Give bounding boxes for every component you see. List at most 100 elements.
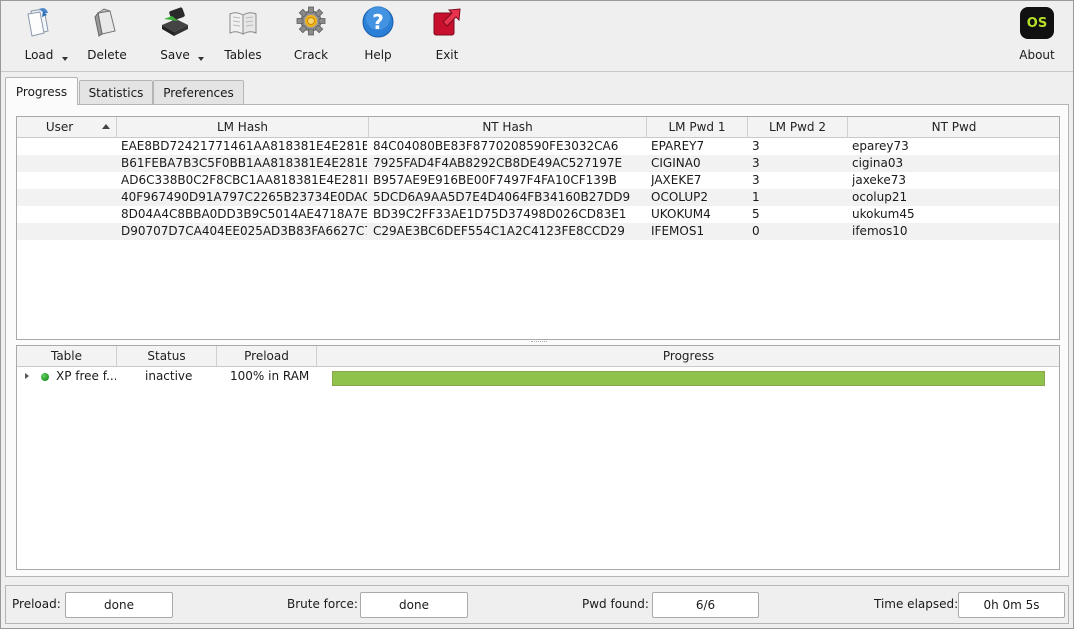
about-button[interactable]: OS About — [1017, 5, 1057, 67]
column-header-table[interactable]: Table — [17, 346, 117, 366]
cell-nt-hash: BD39C2FF33AE1D75D37498D026CD83E1 — [373, 207, 627, 221]
cell-lm-hash: 40F967490D91A797C2265B23734E0DAC — [121, 190, 367, 204]
load-icon — [27, 8, 49, 37]
cell-lm-hash: D90707D7CA404EE025AD3B83FA6627C7 — [121, 224, 367, 238]
cell-lm-pwd-1: CIGINA0 — [651, 156, 701, 170]
table-preload: 100% in RAM — [230, 369, 310, 383]
help-icon: ? — [362, 6, 394, 38]
column-header-nt-pwd[interactable]: NT Pwd — [848, 117, 1060, 137]
cell-nt-pwd: eparey73 — [852, 139, 909, 153]
tables-label: Tables — [224, 48, 262, 62]
table-row[interactable]: EAE8BD72421771461AA818381E4E281B 84C04080… — [17, 138, 1059, 155]
hash-table[interactable]: User LM Hash NT Hash LM Pwd 1 LM Pwd 2 N… — [16, 116, 1060, 340]
ophcrack-logo-icon: OS — [1020, 7, 1054, 39]
column-header-lm-pwd-2[interactable]: LM Pwd 2 — [748, 117, 848, 137]
save-icon — [162, 7, 188, 36]
hash-table-header: User LM Hash NT Hash LM Pwd 1 LM Pwd 2 N… — [17, 117, 1059, 138]
splitter-handle[interactable] — [531, 339, 547, 342]
cell-lm-pwd-1: EPAREY7 — [651, 139, 705, 153]
toolbar: Load Delete Save Tables Crack ? Help Exi… — [1, 1, 1073, 71]
table-row[interactable]: D90707D7CA404EE025AD3B83FA6627C7 C29AE3BC… — [17, 223, 1059, 240]
cell-nt-hash: 84C04080BE83F8770208590FE3032CA6 — [373, 139, 619, 153]
preload-status-field: done — [65, 592, 173, 618]
cell-lm-pwd-2: 3 — [752, 156, 760, 170]
time-elapsed-field: 0h 0m 5s — [958, 592, 1065, 618]
delete-button[interactable]: Delete — [87, 5, 127, 67]
cell-nt-pwd: cigina03 — [852, 156, 904, 170]
cell-lm-pwd-2: 3 — [752, 139, 760, 153]
tables-button[interactable]: Tables — [223, 5, 263, 67]
cell-lm-pwd-2: 3 — [752, 173, 760, 187]
save-label: Save — [160, 48, 190, 62]
column-header-preload[interactable]: Preload — [217, 346, 317, 366]
help-label: Help — [364, 48, 392, 62]
column-header-lm-hash[interactable]: LM Hash — [117, 117, 369, 137]
cell-lm-hash: AD6C338B0C2F8CBC1AA818381E4E281B — [121, 173, 367, 187]
exit-icon — [433, 8, 461, 36]
cell-lm-hash: 8D04A4C8BBA0DD3B9C5014AE4718A7EE — [121, 207, 367, 221]
table-row[interactable]: AD6C338B0C2F8CBC1AA818381E4E281B B957AE9E… — [17, 172, 1059, 189]
table-row[interactable]: 8D04A4C8BBA0DD3B9C5014AE4718A7EE BD39C2FF… — [17, 206, 1059, 223]
load-dropdown-arrow[interactable] — [62, 57, 68, 61]
column-header-progress[interactable]: Progress — [317, 346, 1060, 366]
cell-lm-pwd-1: OCOLUP2 — [651, 190, 709, 204]
crack-button[interactable]: Crack — [293, 5, 329, 67]
cell-lm-pwd-2: 5 — [752, 207, 760, 221]
load-button[interactable]: Load — [21, 5, 57, 67]
table-progress-bar — [332, 371, 1045, 386]
preload-label: Preload: — [12, 597, 61, 611]
table-status: inactive — [145, 369, 193, 383]
delete-label: Delete — [87, 48, 127, 62]
table-row[interactable]: B61FEBA7B3C5F0BB1AA818381E4E281B 7925FAD4… — [17, 155, 1059, 172]
cell-user — [21, 206, 113, 223]
column-header-lm-pwd-1[interactable]: LM Pwd 1 — [647, 117, 748, 137]
tab-progress[interactable]: Progress — [5, 77, 78, 105]
cell-user — [21, 223, 113, 240]
cell-nt-pwd: ukokum45 — [852, 207, 915, 221]
cell-nt-pwd: jaxeke73 — [852, 173, 906, 187]
sort-ascending-icon — [102, 124, 110, 129]
expand-arrow-icon[interactable] — [25, 373, 29, 379]
pwd-found-field: 6/6 — [652, 592, 759, 618]
column-header-nt-hash[interactable]: NT Hash — [369, 117, 647, 137]
exit-button[interactable]: Exit — [430, 5, 464, 67]
toolbar-separator — [1, 71, 1073, 72]
gear-icon — [296, 6, 326, 36]
logo-text: OS — [1026, 15, 1048, 31]
save-dropdown-arrow[interactable] — [198, 57, 204, 61]
cell-nt-hash: B957AE9E916BE00F7497F4FA10CF139B — [373, 173, 617, 187]
pwd-found-label: Pwd found: — [582, 597, 649, 611]
cell-nt-pwd: ocolup21 — [852, 190, 908, 204]
cell-user — [21, 172, 113, 189]
exit-label: Exit — [435, 48, 459, 62]
table-row[interactable]: XP free f... inactive 100% in RAM — [17, 368, 1059, 386]
cell-lm-pwd-1: IFEMOS1 — [651, 224, 705, 238]
crack-label: Crack — [293, 48, 329, 62]
load-label: Load — [24, 48, 54, 62]
book-icon — [229, 12, 257, 35]
table-status-icon — [41, 373, 49, 381]
time-elapsed-label: Time elapsed: — [874, 597, 959, 611]
cell-lm-hash: EAE8BD72421771461AA818381E4E281B — [121, 139, 367, 153]
table-row[interactable]: 40F967490D91A797C2265B23734E0DAC 5DCD6A9A… — [17, 189, 1059, 206]
tables-list-header: Table Status Preload Progress — [17, 346, 1059, 367]
svg-text:?: ? — [372, 10, 384, 34]
help-button[interactable]: ? Help — [361, 5, 395, 67]
header-label: User — [45, 120, 74, 134]
save-button[interactable]: Save — [158, 5, 192, 67]
cell-nt-hash: C29AE3BC6DEF554C1A2C4123FE8CCD29 — [373, 224, 625, 238]
cell-nt-pwd: ifemos10 — [852, 224, 908, 238]
tab-statistics[interactable]: Statistics — [79, 80, 153, 104]
ophcrack-window: Load Delete Save Tables Crack ? Help Exi… — [0, 0, 1074, 629]
cell-lm-pwd-1: UKOKUM4 — [651, 207, 711, 221]
brute-force-label: Brute force: — [287, 597, 358, 611]
rainbow-tables-list[interactable]: Table Status Preload Progress XP free f.… — [16, 345, 1060, 570]
cell-lm-hash: B61FEBA7B3C5F0BB1AA818381E4E281B — [121, 156, 367, 170]
column-header-user[interactable]: User — [17, 117, 117, 137]
tab-preferences[interactable]: Preferences — [153, 80, 244, 104]
cell-user — [21, 155, 113, 172]
column-header-status[interactable]: Status — [117, 346, 217, 366]
delete-icon — [94, 8, 116, 37]
table-progress-fill — [333, 372, 1044, 385]
cell-lm-pwd-2: 1 — [752, 190, 760, 204]
